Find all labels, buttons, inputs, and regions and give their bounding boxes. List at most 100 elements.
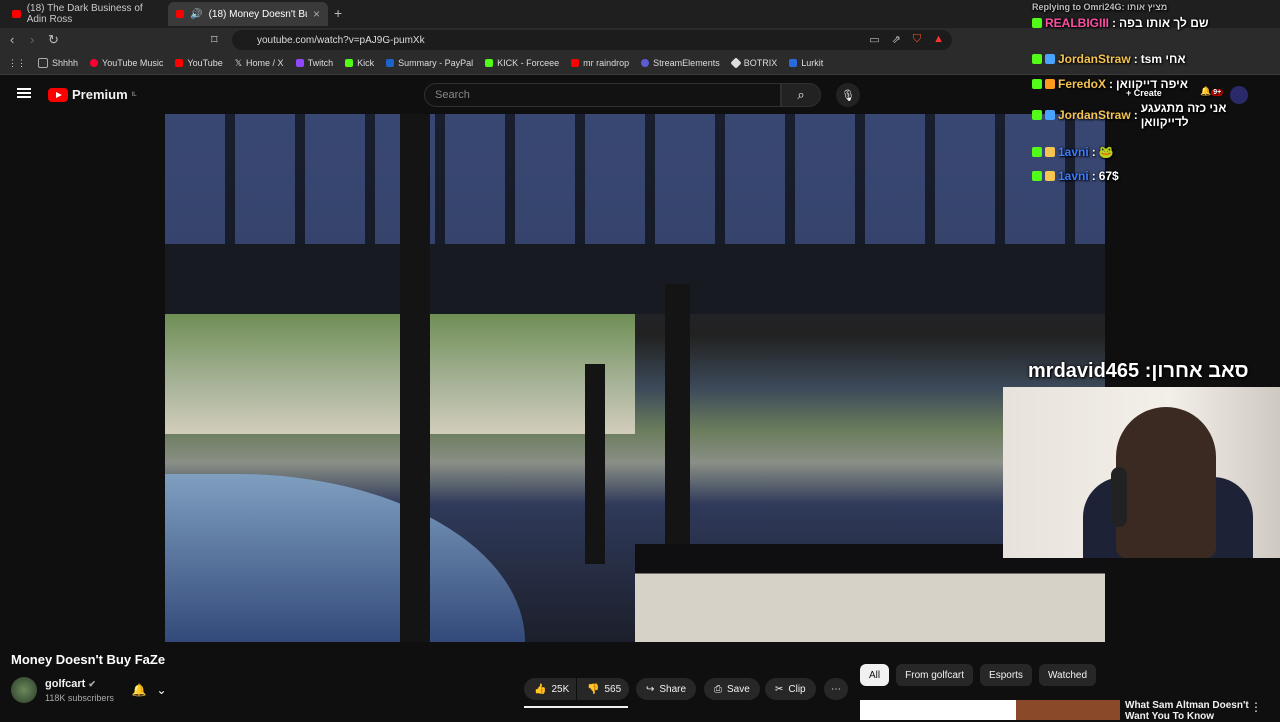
chat-badge-icon xyxy=(1045,147,1055,157)
more-actions-button[interactable]: ⋯ xyxy=(824,678,848,700)
brave-shield-icon[interactable]: ⛉ xyxy=(913,33,921,46)
bookmark-kick[interactable]: Kick xyxy=(345,58,374,68)
bookmark-twitch[interactable]: Twitch xyxy=(295,58,333,68)
more-icon: ⋯ xyxy=(831,683,841,695)
bell-icon: 🔔 xyxy=(131,683,147,697)
verified-icon: ✔ xyxy=(88,679,96,689)
bookmark-x[interactable]: 𝕏 Home / X xyxy=(235,58,284,69)
folder-icon xyxy=(38,58,48,68)
youtube-icon xyxy=(175,59,184,67)
video-frame-pillar xyxy=(585,364,605,564)
chip-watched[interactable]: Watched xyxy=(1038,664,1097,686)
bookmark-youtube[interactable]: YouTube xyxy=(175,58,223,68)
recommendation-chips: All From golfcart Esports Watched xyxy=(860,664,1097,686)
youtube-favicon-icon xyxy=(176,10,185,18)
chat-badge-icon xyxy=(1045,110,1055,120)
search-button[interactable]: ⌕ xyxy=(781,83,821,107)
chat-badge-icon xyxy=(1032,110,1042,120)
voice-search-button[interactable]: 🎙 xyxy=(836,83,860,107)
mic-icon: 🎙 xyxy=(841,89,855,102)
clip-button[interactable]: ✂ Clip xyxy=(765,678,816,700)
video-frame-building xyxy=(165,114,1105,244)
channel-avatar[interactable] xyxy=(11,677,37,703)
stream-chat-overlay: Replying to Omri24G: מציץ אותו REALBIGII… xyxy=(1030,0,1280,200)
search-input[interactable]: Search xyxy=(424,83,781,107)
thumbs-down-icon: 👎 xyxy=(587,683,600,695)
x-icon: 𝕏 xyxy=(234,57,243,68)
kick-icon xyxy=(345,59,354,67)
new-tab-button[interactable]: + xyxy=(334,5,342,21)
url-text: youtube.com/watch?v=pAJ9G-pumXk xyxy=(257,34,425,46)
more-options-icon[interactable]: ⋮ xyxy=(1250,700,1262,714)
youtube-logo[interactable]: Premium IL xyxy=(48,87,137,102)
bookmark-lurkit[interactable]: Lurkit xyxy=(789,58,823,68)
dislike-button[interactable]: 👎 565 xyxy=(577,678,629,700)
subscriber-count: 118K subscribers xyxy=(45,693,114,703)
back-button[interactable]: ‹ xyxy=(10,32,14,47)
bookmark-mr-raindrop[interactable]: mr raindrop xyxy=(571,58,629,68)
notifications-button[interactable]: 🔔 9+ xyxy=(1200,86,1224,97)
chevron-down-icon: ⌄ xyxy=(156,683,167,697)
bookmark-streamelements[interactable]: StreamElements xyxy=(641,58,720,68)
tab-title: (18) The Dark Business of Adin Ross xyxy=(26,3,143,25)
tab-2[interactable]: 🔊 (18) Money Doesn't Buy FaZe × xyxy=(168,2,328,26)
save-button[interactable]: ⎙ Save xyxy=(704,678,760,700)
close-tab-icon[interactable]: × xyxy=(313,7,320,21)
bookmark-yt-music[interactable]: YouTube Music xyxy=(90,58,163,68)
chat-message: FeredoX: איפה דייקוואן xyxy=(1032,77,1188,91)
address-bar-actions: ▭ ⇗ ⛉ ▲ xyxy=(869,33,944,46)
botrix-icon xyxy=(730,57,742,69)
chip-esports[interactable]: Esports xyxy=(980,664,1032,686)
chat-badge-icon xyxy=(1032,79,1042,89)
bookmark-shhhh[interactable]: Shhhh xyxy=(38,58,78,68)
chip-all[interactable]: All xyxy=(860,664,890,686)
reload-button[interactable]: ↻ xyxy=(48,32,59,48)
bookmark-icon[interactable]: ⌑ xyxy=(211,32,218,48)
chip-from-golfcart[interactable]: From golfcart xyxy=(896,664,974,686)
video-frame-pillar xyxy=(665,284,690,544)
cast-icon[interactable]: ▭ xyxy=(869,33,879,46)
like-button[interactable]: 👍 25K xyxy=(524,678,576,700)
notification-badge: 9+ xyxy=(1211,89,1224,96)
streamelements-icon xyxy=(641,59,650,67)
share-icon: ↪ xyxy=(646,683,655,695)
video-player[interactable] xyxy=(165,114,1105,642)
forward-button[interactable]: › xyxy=(30,32,34,47)
bookmark-kick-forceee[interactable]: KICK - Forceee xyxy=(485,58,559,68)
chat-message: 1avni: 67$ xyxy=(1032,169,1119,183)
chat-badge-icon xyxy=(1045,54,1055,64)
create-button[interactable]: + Create xyxy=(1126,88,1162,98)
menu-icon[interactable] xyxy=(17,88,31,98)
video-frame-underside xyxy=(165,244,1105,314)
subscribed-notification-button[interactable]: 🔔 ⌄ xyxy=(124,680,174,700)
channel-name[interactable]: golfcart ✔ xyxy=(45,678,96,690)
yt-music-icon xyxy=(90,59,99,67)
scissors-icon: ✂ xyxy=(775,683,784,695)
latest-sub-overlay: mrdavid465 :סאב אחרון xyxy=(1028,360,1249,382)
tab-title: (18) Money Doesn't Buy FaZe xyxy=(208,8,307,20)
brave-rewards-icon[interactable]: ▲ xyxy=(933,33,944,46)
bookmark-botrix[interactable]: BOTRIX xyxy=(730,57,777,69)
lurkit-icon xyxy=(789,59,798,67)
save-icon: ⎙ xyxy=(714,683,722,695)
chat-badge-icon xyxy=(1032,147,1042,157)
thumbs-up-icon: 👍 xyxy=(534,683,547,695)
apps-grid-icon[interactable]: ⋮⋮ xyxy=(8,58,26,69)
recommended-video-thumbnail[interactable] xyxy=(860,700,1120,720)
video-title: Money Doesn't Buy FaZe xyxy=(11,652,166,667)
twitch-icon xyxy=(295,59,304,67)
webcam-microphone xyxy=(1111,467,1127,527)
recommended-video-title[interactable]: What Sam Altman Doesn't Want You To Know xyxy=(1125,700,1255,722)
youtube-play-icon xyxy=(48,87,68,102)
video-frame-pillar xyxy=(400,114,430,642)
chat-badge-icon xyxy=(1045,171,1055,181)
share-button[interactable]: ↪ Share xyxy=(636,678,697,700)
audio-icon: 🔊 xyxy=(190,8,203,20)
bookmark-paypal[interactable]: Summary - PayPal xyxy=(386,58,473,68)
yt-header-right: + Create xyxy=(1126,88,1162,98)
youtube-favicon-icon xyxy=(12,10,21,18)
share-icon[interactable]: ⇗ xyxy=(892,33,901,46)
avatar[interactable] xyxy=(1230,86,1248,104)
address-bar[interactable]: youtube.com/watch?v=pAJ9G-pumXk ▭ ⇗ ⛉ ▲ xyxy=(232,30,952,50)
tab-1[interactable]: (18) The Dark Business of Adin Ross xyxy=(4,2,164,26)
